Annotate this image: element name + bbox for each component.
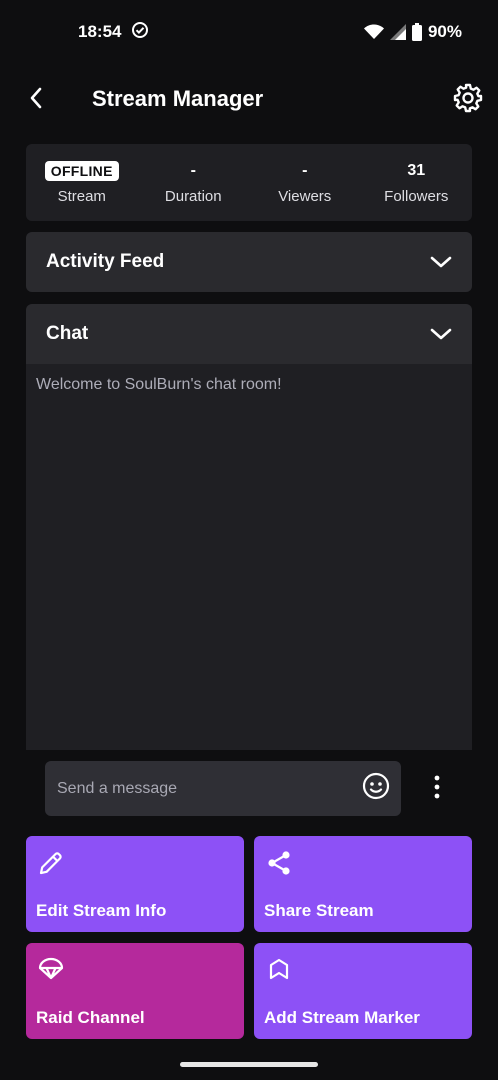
stat-stream: OFFLINE Stream xyxy=(26,144,138,221)
smiley-icon xyxy=(362,772,390,805)
offline-badge: OFFLINE xyxy=(44,161,119,181)
edit-stream-info-button[interactable]: Edit Stream Info xyxy=(26,836,244,932)
status-time: 18:54 xyxy=(78,22,122,41)
tile-label: Share Stream xyxy=(264,901,374,920)
pencil-icon xyxy=(36,848,66,878)
stat-label: Viewers xyxy=(278,188,332,205)
tile-label: Add Stream Marker xyxy=(264,1008,420,1027)
app-header: Stream Manager xyxy=(0,70,498,130)
chevron-down-icon xyxy=(430,255,452,269)
stat-duration: - Duration xyxy=(138,144,250,221)
tile-label: Edit Stream Info xyxy=(36,901,167,920)
stat-followers: 31 Followers xyxy=(361,144,473,221)
parachute-icon xyxy=(36,955,66,985)
activity-feed-header[interactable]: Activity Feed xyxy=(26,232,472,292)
stat-value: - xyxy=(302,162,308,179)
chat-message-input[interactable] xyxy=(57,779,361,798)
tile-label: Raid Channel xyxy=(36,1008,145,1027)
stat-value: 31 xyxy=(407,162,426,179)
page-title: Stream Manager xyxy=(92,86,264,111)
battery-percent: 90% xyxy=(427,22,462,41)
chat-messages[interactable]: Welcome to SoulBurn's chat room! xyxy=(26,364,472,750)
chat-more-button[interactable] xyxy=(424,774,450,804)
chat-title: Chat xyxy=(46,323,89,344)
chat-welcome-message: Welcome to SoulBurn's chat room! xyxy=(36,376,282,393)
emoji-button[interactable] xyxy=(361,772,391,805)
stat-label: Duration xyxy=(164,188,222,205)
bookmark-icon xyxy=(264,955,294,985)
stat-viewers: - Viewers xyxy=(249,144,361,221)
settings-button[interactable] xyxy=(450,82,486,118)
status-bar: 18:54 90% xyxy=(0,0,498,64)
battery-icon xyxy=(411,23,422,41)
activity-feed-title: Activity Feed xyxy=(46,251,165,272)
chevron-left-icon xyxy=(28,86,44,115)
vertical-dots-icon xyxy=(434,775,440,804)
status-icons: 90% xyxy=(363,22,462,42)
stream-stats-card: OFFLINE Stream - Duration - Viewers 31 F… xyxy=(26,144,472,221)
chat-header[interactable]: Chat xyxy=(26,304,472,364)
share-icon xyxy=(264,848,294,878)
stat-value: - xyxy=(190,162,196,179)
stat-label: Followers xyxy=(384,188,449,205)
gear-icon xyxy=(453,83,483,118)
signal-icon xyxy=(389,24,406,40)
share-stream-button[interactable]: Share Stream xyxy=(254,836,472,932)
home-indicator[interactable] xyxy=(180,1062,318,1067)
check-circle-icon xyxy=(131,21,149,44)
chevron-down-icon xyxy=(430,327,452,341)
wifi-icon xyxy=(363,24,384,40)
back-button[interactable] xyxy=(22,84,50,116)
stat-label: Stream xyxy=(57,188,106,205)
add-stream-marker-button[interactable]: Add Stream Marker xyxy=(254,943,472,1039)
chat-input-container xyxy=(45,761,401,816)
raid-channel-button[interactable]: Raid Channel xyxy=(26,943,244,1039)
